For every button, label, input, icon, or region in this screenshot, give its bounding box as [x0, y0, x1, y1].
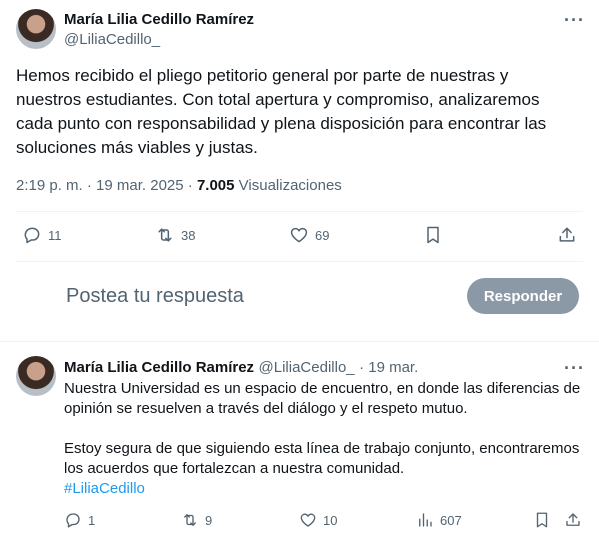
- author-handle[interactable]: @LiliaCedillo_: [259, 359, 355, 376]
- reply-input[interactable]: Postea tu respuesta: [66, 285, 244, 308]
- post-text: Hemos recibido el pliego petitorio gener…: [16, 66, 547, 157]
- like-button[interactable]: 69: [289, 225, 329, 245]
- reply-header: María Lilia Cedillo Ramírez @LiliaCedill…: [64, 359, 418, 377]
- like-count: 69: [315, 227, 330, 243]
- post-date[interactable]: 19 mar. 2025: [96, 177, 184, 194]
- repost-icon: [158, 228, 172, 242]
- reply-paragraph-2: Estoy segura de que siguiendo esta línea…: [64, 440, 580, 477]
- views-button[interactable]: 607: [416, 511, 462, 529]
- repost-button[interactable]: 38: [155, 225, 195, 245]
- divider: [16, 261, 583, 262]
- reply-count: 11: [48, 227, 62, 243]
- post-date[interactable]: · 19 mar.: [359, 359, 418, 376]
- more-icon[interactable]: ···: [564, 359, 585, 377]
- meta-separator: ·: [187, 177, 193, 194]
- like-count: 10: [323, 512, 338, 528]
- repost-count: 9: [205, 512, 213, 528]
- avatar[interactable]: [16, 356, 56, 396]
- divider: [16, 211, 583, 212]
- share-button[interactable]: [557, 225, 577, 245]
- reply-button[interactable]: 1: [64, 511, 95, 529]
- avatar[interactable]: [16, 9, 56, 49]
- reply-paragraph-1: Nuestra Universidad es un espacio de enc…: [64, 380, 581, 417]
- reply-count: 1: [88, 512, 96, 528]
- reply-icon: [24, 227, 40, 244]
- reply-button[interactable]: 11: [22, 225, 62, 245]
- author-name[interactable]: María Lilia Cedillo Ramírez: [64, 359, 254, 376]
- hashtag-link[interactable]: #LiliaCedillo: [64, 479, 145, 499]
- share-button[interactable]: [564, 511, 582, 529]
- repost-button[interactable]: 9: [181, 511, 212, 529]
- heart-icon: [290, 227, 308, 243]
- bookmark-button[interactable]: [533, 511, 551, 529]
- bookmark-button[interactable]: [423, 225, 443, 245]
- repost-icon: [184, 514, 196, 526]
- divider: [0, 341, 599, 342]
- views-count: 607: [440, 512, 462, 528]
- repost-count: 38: [181, 227, 196, 243]
- post-time[interactable]: 2:19 p. m.: [16, 177, 83, 194]
- bookmark-icon: [427, 226, 439, 244]
- share-icon: [559, 227, 575, 242]
- reply-submit-button[interactable]: Responder: [467, 278, 579, 314]
- views-count: 7.005: [196, 177, 235, 194]
- bookmark-icon: [536, 512, 548, 528]
- more-icon[interactable]: ···: [564, 11, 585, 29]
- heart-icon: [300, 513, 316, 527]
- share-icon: [566, 513, 580, 526]
- like-button[interactable]: 10: [299, 511, 337, 529]
- author-handle[interactable]: @LiliaCedillo_: [64, 31, 160, 48]
- post-meta: 2:19 p. m. · 19 mar. 2025 · 7.005 Visual…: [16, 177, 342, 194]
- author-name[interactable]: María Lilia Cedillo Ramírez: [64, 11, 254, 28]
- views-label: Visualizaciones: [238, 177, 342, 194]
- reply-icon: [66, 513, 80, 528]
- meta-separator: ·: [86, 177, 92, 194]
- analytics-icon: [419, 513, 432, 527]
